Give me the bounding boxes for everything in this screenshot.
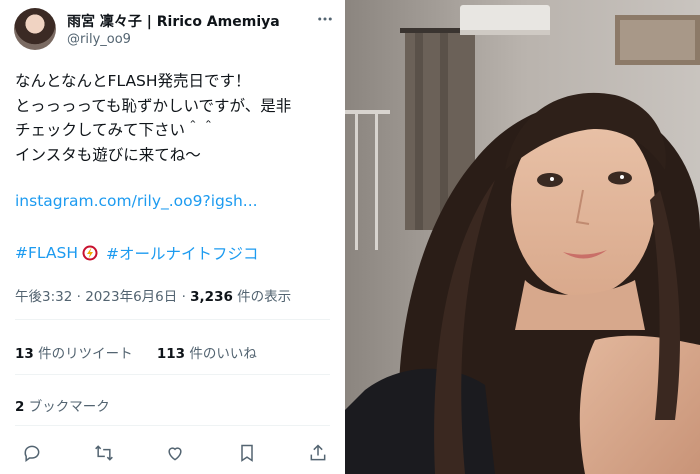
hashtag-allnight-fujiko[interactable]: #オールナイトフジコ <box>106 242 259 264</box>
like-icon[interactable] <box>163 441 187 465</box>
likes-count: 113 <box>156 346 186 362</box>
hashtag-flash[interactable]: #FLASH <box>15 244 78 262</box>
likes-stat[interactable]: 113 件のいいね <box>157 346 257 362</box>
retweets-count: 13 <box>15 346 34 362</box>
bookmark-icon[interactable] <box>235 441 259 465</box>
avatar[interactable] <box>14 8 56 50</box>
reply-icon[interactable] <box>20 441 44 465</box>
bookmarks-label: ブックマーク <box>28 399 110 415</box>
action-bar <box>20 440 330 466</box>
tweet-header: 雨宮 凜々子 | Ririco Amemiya @rily_oo9 <box>14 8 336 54</box>
tweet-text: なんとなんとFLASH発売日です！ とっっっっても恥ずかしいですが、是非 チェッ… <box>15 72 292 164</box>
views-count: 3,236 <box>190 289 233 305</box>
instagram-link[interactable]: instagram.com/rily_.oo9?igsh... <box>15 192 258 210</box>
divider <box>15 425 330 426</box>
views-label: 件の表示 <box>237 289 292 305</box>
retweets-stat[interactable]: 13 件のリツイート <box>15 346 133 362</box>
bookmarks-count: 2 <box>15 399 25 415</box>
share-icon[interactable] <box>306 441 330 465</box>
flash-bolt-icon <box>82 245 98 261</box>
bookmarks-stat[interactable]: 2 ブックマーク <box>15 395 110 415</box>
divider <box>15 374 330 375</box>
tweet-card: 雨宮 凜々子 | Ririco Amemiya @rily_oo9 なんとなんと… <box>0 0 345 474</box>
likes-label: 件のいいね <box>189 346 257 362</box>
more-icon[interactable] <box>314 8 336 30</box>
tweet-date[interactable]: 2023年6月6日 <box>85 289 177 305</box>
tweet-photo[interactable] <box>345 0 700 474</box>
tweet-meta: 午後3:32 · 2023年6月6日 · 3,236 件の表示 <box>15 285 291 305</box>
divider <box>15 319 330 320</box>
hashtags: #FLASH #オールナイトフジコ <box>15 242 259 264</box>
retweets-label: 件のリツイート <box>38 346 133 362</box>
tweet-stats: 13 件のリツイート 113 件のいいね <box>15 342 277 362</box>
display-name[interactable]: 雨宮 凜々子 | Ririco Amemiya <box>67 11 280 31</box>
meta-separator: · <box>76 289 81 305</box>
meta-separator: · <box>181 289 186 305</box>
retweet-icon[interactable] <box>92 441 116 465</box>
user-handle[interactable]: @rily_oo9 <box>67 32 131 47</box>
tweet-time[interactable]: 午後3:32 <box>15 289 72 305</box>
